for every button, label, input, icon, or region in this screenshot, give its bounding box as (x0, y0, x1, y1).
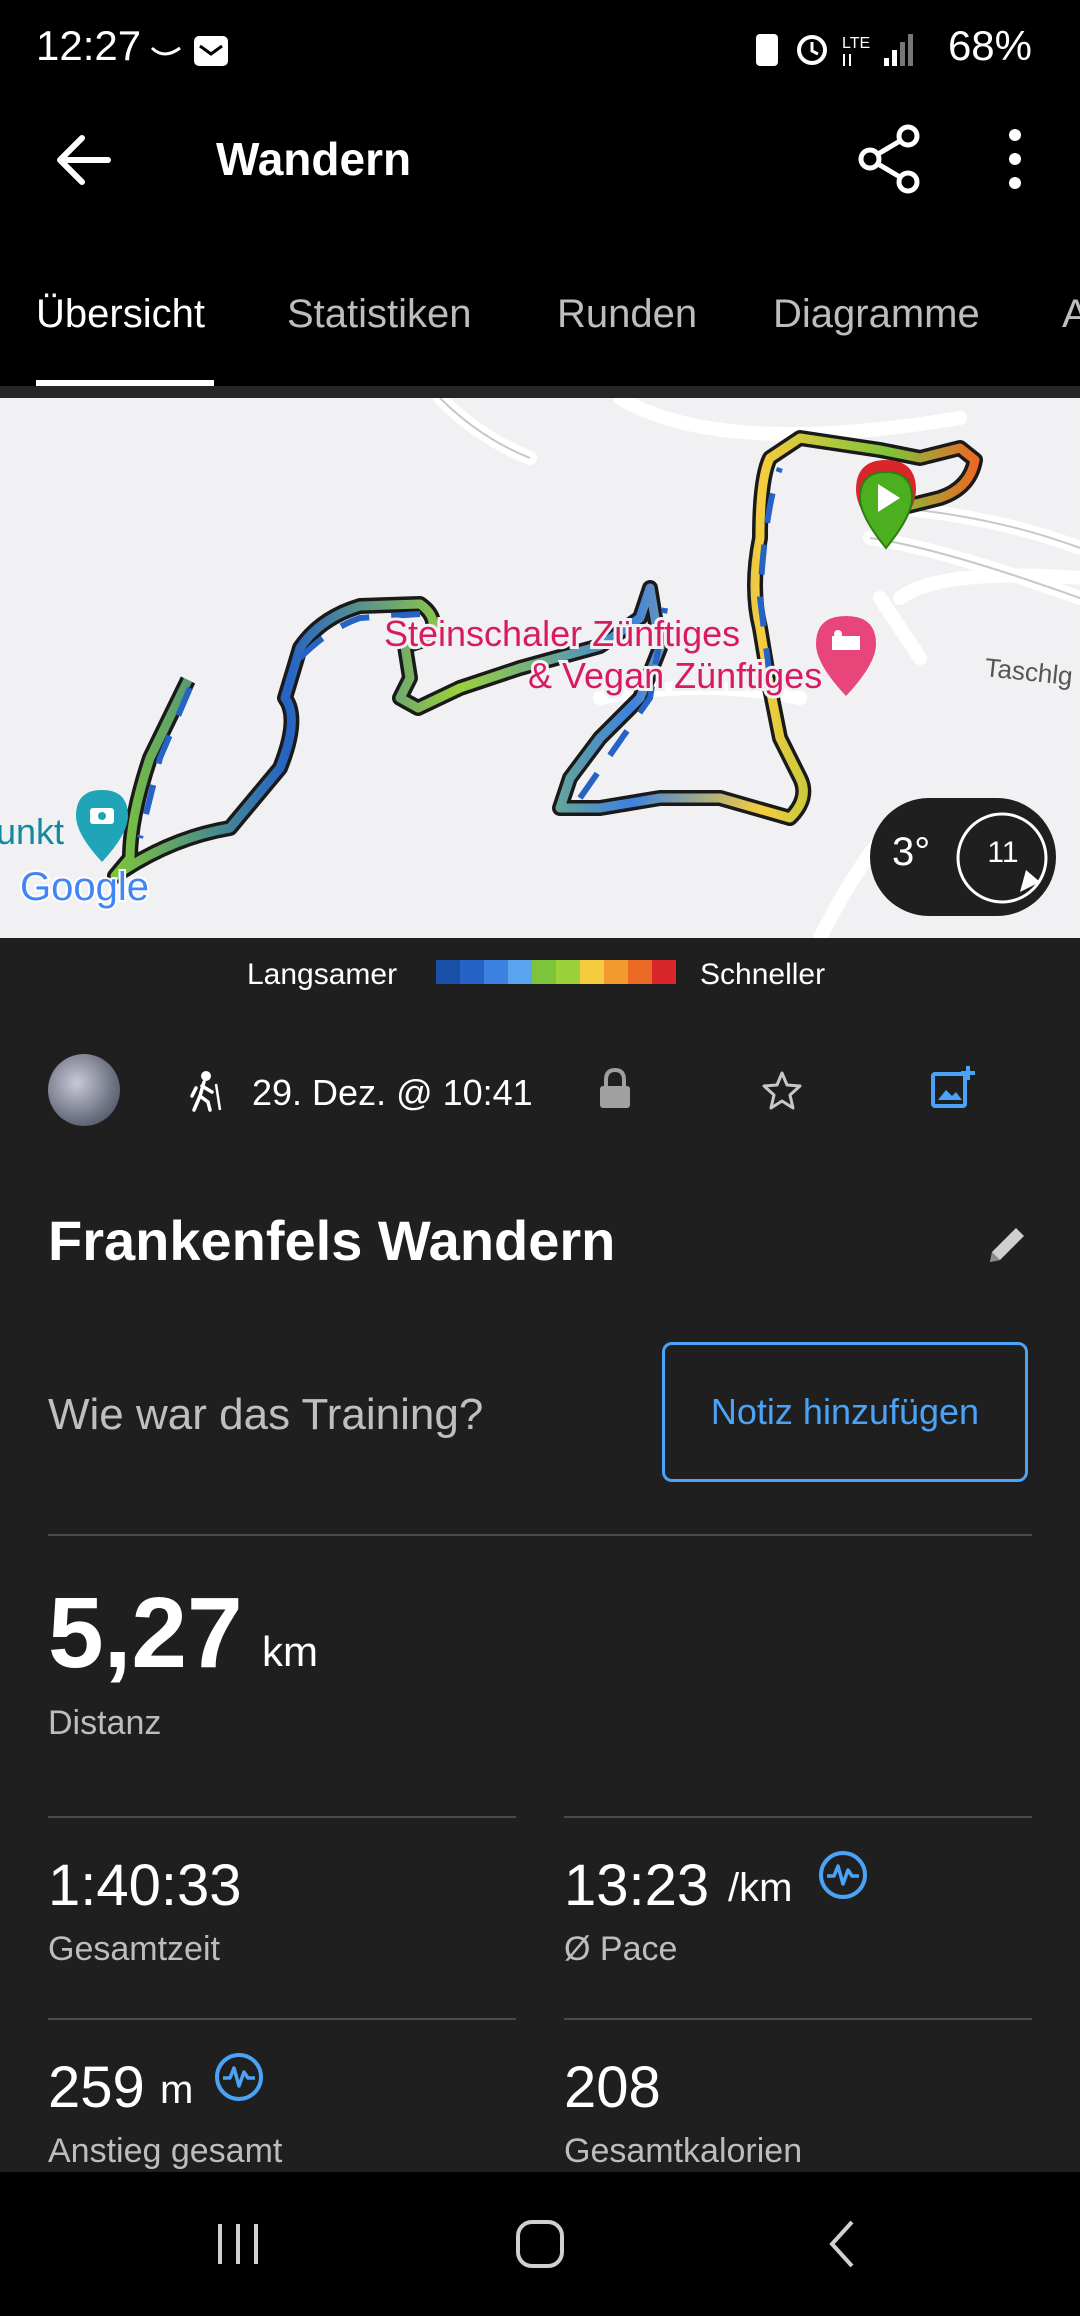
system-back-icon[interactable] (822, 2218, 862, 2270)
pace-label: Ø Pace (564, 1930, 678, 1968)
ascent-unit: m (160, 2068, 194, 2112)
tab-statistics[interactable]: Statistiken (287, 292, 472, 337)
pace-unit: /km (728, 1866, 793, 1910)
recent-apps-icon[interactable] (214, 2220, 264, 2268)
avatar[interactable] (48, 1054, 120, 1126)
status-notification-icons (150, 36, 228, 66)
legend-swatch (460, 960, 484, 984)
stat-divider (48, 1816, 516, 1818)
privacy-lock-icon[interactable] (598, 1068, 632, 1110)
status-time: 12:27 (36, 22, 142, 69)
calories-label: Gesamtkalorien (564, 2132, 803, 2170)
activity-date: 29. Dez. @ 10:41 (252, 1072, 533, 1113)
legend-swatch (484, 960, 508, 984)
legend-swatch (580, 960, 604, 984)
distance-label: Distanz (48, 1704, 162, 1742)
share-icon[interactable] (856, 124, 926, 194)
home-icon[interactable] (514, 2218, 566, 2270)
back-arrow-icon[interactable] (52, 130, 116, 190)
distance-value: 5,27 (48, 1577, 243, 1689)
google-logo: Google (20, 865, 149, 909)
poi-label-line1: Steinschaler Zünftiges (384, 613, 740, 654)
route-map[interactable]: Steinschaler Zünftiges & Vegan Zünftiges… (0, 398, 1080, 938)
total-time-value: 1:40:33 (48, 1853, 242, 1918)
poi-label-left: unkt (0, 811, 64, 852)
page-title: Wandern (216, 133, 412, 185)
tab-divider (0, 386, 1080, 398)
section-divider (48, 1534, 1032, 1536)
add-note-button[interactable]: Notiz hinzufügen (662, 1342, 1028, 1482)
tab-charts[interactable]: Diagramme (773, 292, 980, 337)
legend-swatch (532, 960, 556, 984)
legend-faster-label: Schneller (700, 958, 826, 991)
legend-swatch (604, 960, 628, 984)
distance-unit: km (262, 1628, 318, 1675)
legend-color-scale (436, 960, 676, 984)
legend-swatch (628, 960, 652, 984)
weather-temperature: 3° (892, 830, 931, 874)
legend-swatch (508, 960, 532, 984)
hotel-pin-icon (816, 616, 876, 696)
ascent-value: 259 (48, 2055, 145, 2120)
camera-pin-icon (76, 790, 128, 862)
hiking-icon (190, 1071, 222, 1112)
pace-chart-icon[interactable] (818, 1850, 868, 1900)
edit-pencil-icon[interactable] (984, 1222, 1030, 1268)
tab-overview[interactable]: Übersicht (36, 292, 205, 337)
network-type: LTE (842, 35, 870, 52)
tab-more-cut-off[interactable]: A (1062, 292, 1080, 337)
legend-swatch (556, 960, 580, 984)
more-options-icon[interactable] (1000, 126, 1030, 192)
total-time-label: Gesamtzeit (48, 1930, 220, 1968)
tab-laps[interactable]: Runden (557, 292, 697, 337)
stat-divider (564, 2018, 1032, 2020)
stat-divider (564, 1816, 1032, 1818)
status-system-icons: LTE (756, 34, 913, 66)
note-prompt: Wie war das Training? (48, 1390, 484, 1439)
poi-label-line2: & Vegan Zünftiges (528, 655, 822, 696)
activity-title: Frankenfels Wandern (48, 1209, 616, 1272)
legend-slower-label: Langsamer (247, 958, 398, 991)
legend-swatch (436, 960, 460, 984)
ascent-chart-icon[interactable] (214, 2052, 264, 2102)
legend-swatch (652, 960, 676, 984)
pace-value: 13:23 (564, 1853, 710, 1918)
calories-value: 208 (564, 2055, 661, 2120)
favorite-star-icon[interactable] (762, 1070, 802, 1110)
add-photo-icon[interactable] (930, 1064, 976, 1110)
battery-level: 68% (947, 22, 1032, 69)
ascent-label: Anstieg gesamt (48, 2132, 283, 2170)
stat-divider (48, 2018, 516, 2020)
wind-speed: 11 (987, 836, 1019, 869)
road-label: Taschlg (983, 652, 1074, 691)
